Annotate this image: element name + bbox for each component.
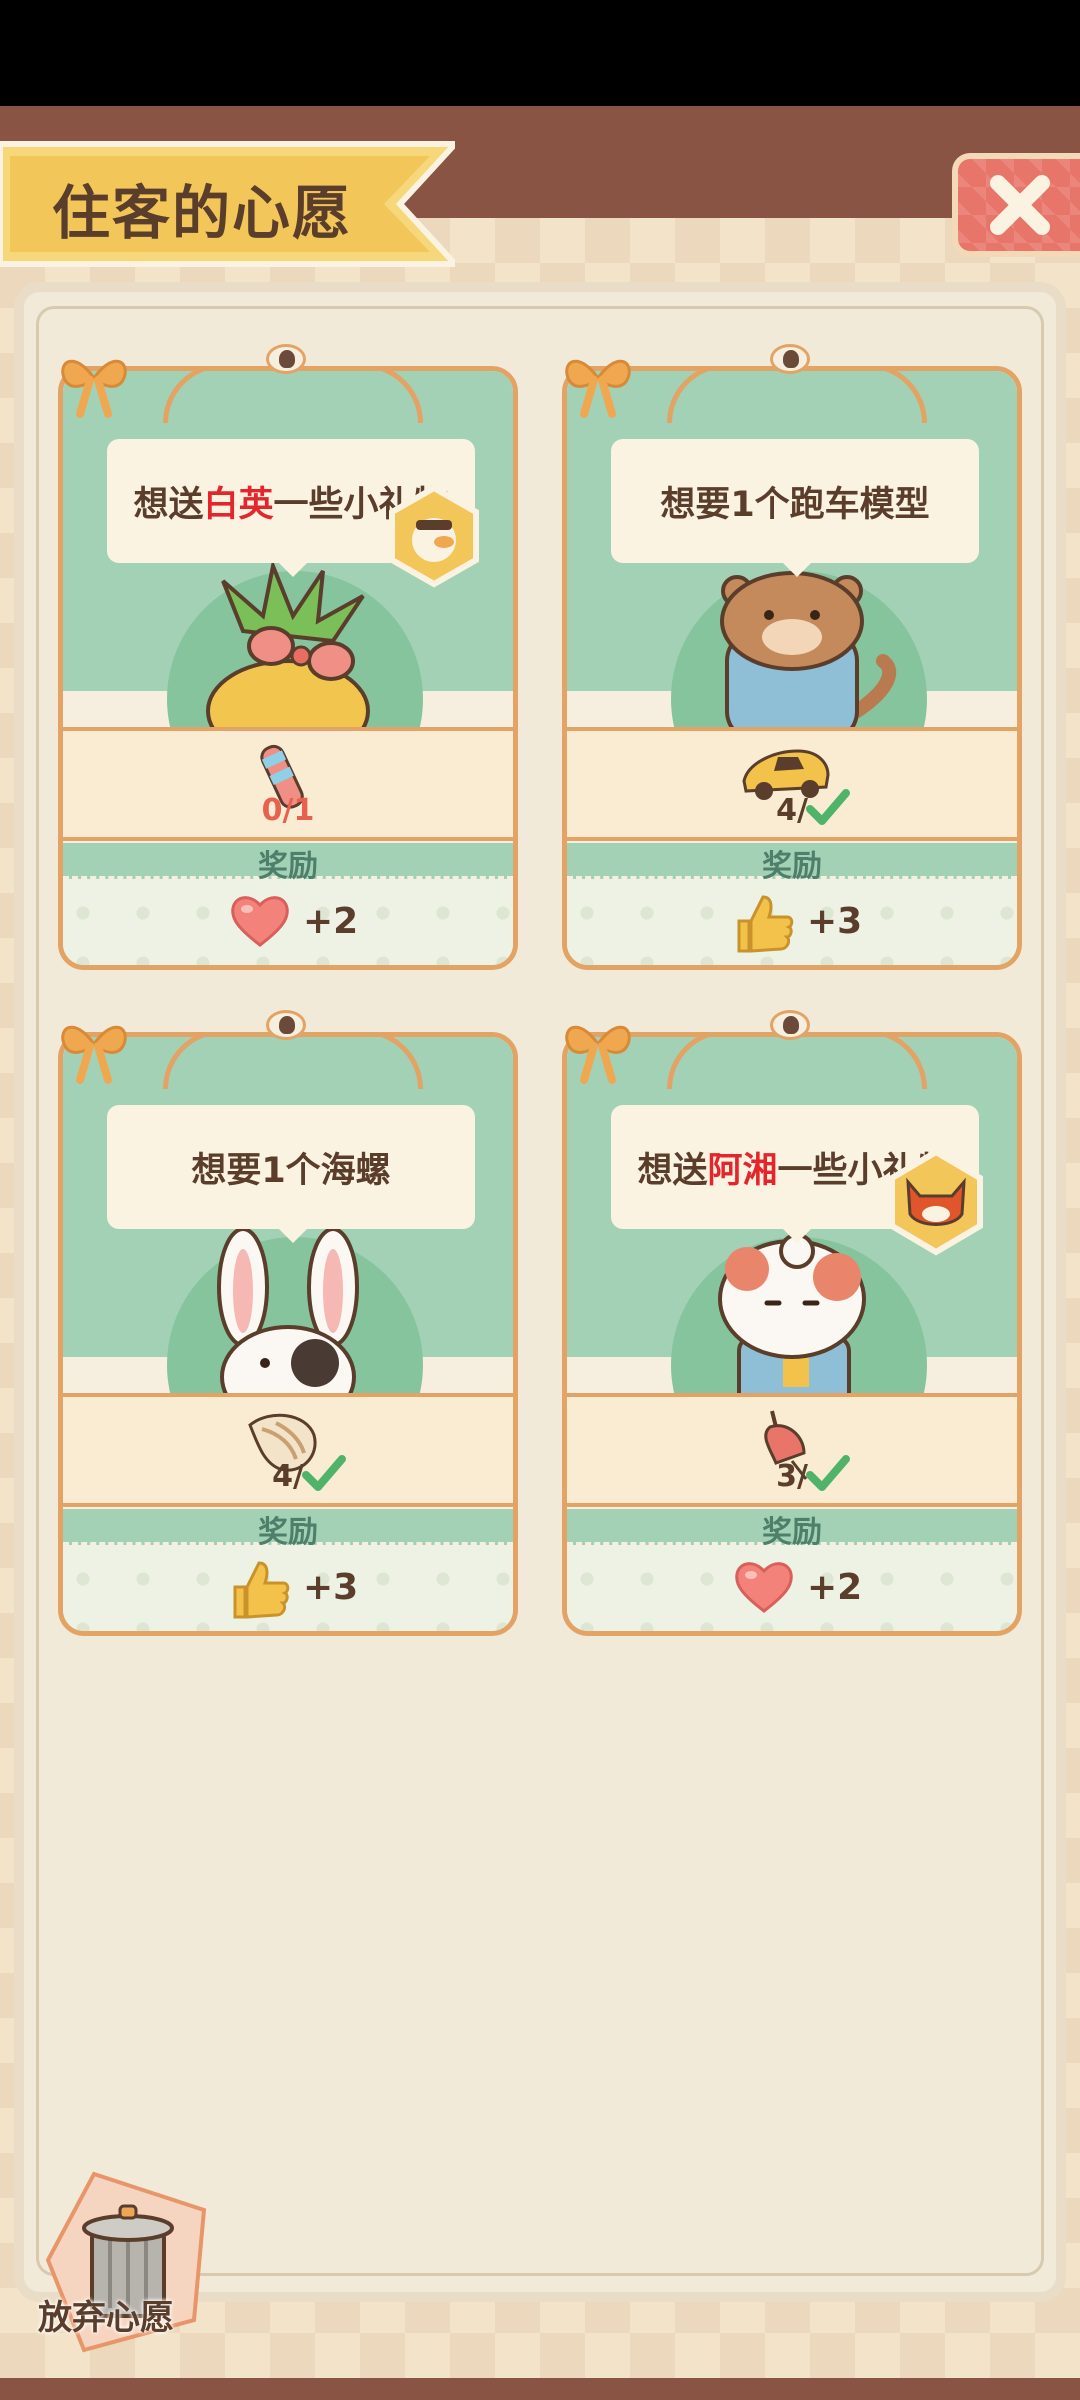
wish-card-frame: 4/ 奖励 +3 想要1个跑车模型 (562, 366, 1022, 970)
wish-item-band: 0/1 (63, 727, 513, 841)
reward-value: +3 (807, 901, 863, 942)
thumbs-up-icon (233, 1561, 290, 1619)
rabbit-guest-character (217, 1227, 359, 1397)
ribbon-bow-icon (565, 359, 631, 418)
reward-label: 奖励 (762, 1515, 822, 1550)
reward-label: 奖励 (762, 849, 822, 884)
card-pin (266, 1010, 306, 1040)
wish-card-frame: 3/ 奖励 +2 想送阿湘一些小礼物 (562, 1032, 1022, 1636)
card-arch (163, 371, 423, 423)
thumbs-up-icon (737, 895, 794, 953)
pineapple-guest-character (206, 561, 370, 731)
wish-card[interactable]: 4/ 奖励 +3 想要1个海螺 (58, 1002, 518, 1636)
reward-label: 奖励 (258, 849, 318, 884)
ribbon-bow-icon (565, 1025, 631, 1084)
wish-item-band: 3/ (567, 1393, 1017, 1507)
reward-value: +3 (303, 1567, 359, 1608)
duck-portrait-icon (389, 484, 479, 588)
page-title: 住客的心愿 (52, 179, 353, 247)
ribbon-bow-icon (61, 359, 127, 418)
wish-bubble: 想要1个海螺 (107, 1105, 475, 1243)
wish-highlight-name: 白英 (203, 484, 274, 525)
wish-highlight-name: 阿湘 (707, 1150, 778, 1191)
wish-progress-count: 4/ (776, 793, 808, 828)
wish-text: 想要1个跑车模型 (660, 484, 930, 525)
reward-label: 奖励 (258, 1515, 318, 1550)
check-mark-icon (806, 789, 850, 825)
bottom-band (0, 2378, 1080, 2400)
reward-value: +2 (303, 901, 359, 942)
reward-value: +2 (807, 1567, 863, 1608)
wish-progress-count: 0/1 (261, 793, 315, 828)
wish-item-band: 4/ (567, 727, 1017, 841)
wish-card[interactable]: 4/ 奖励 +3 想要1个跑车模型 (562, 336, 1022, 970)
wish-card[interactable]: 3/ 奖励 +2 想送阿湘一些小礼物 (562, 1002, 1022, 1636)
fox-portrait-icon (889, 1148, 983, 1256)
heart-icon (231, 896, 289, 947)
discard-wish-label[interactable]: 放弃心愿 (38, 2290, 174, 2339)
cat-guest-character (718, 1233, 866, 1397)
card-arch (163, 1037, 423, 1089)
card-pin (770, 1010, 810, 1040)
card-pin (266, 344, 306, 374)
wish-progress-count: 3/ (776, 1459, 808, 1494)
wish-text: 想要1个海螺 (191, 1150, 391, 1191)
check-mark-icon (806, 1455, 850, 1491)
hamster-guest-character (720, 571, 897, 731)
check-mark-icon (302, 1455, 346, 1491)
close-x-icon (990, 175, 1050, 235)
wish-progress-count: 4/ (272, 1459, 304, 1494)
status-bar (0, 0, 1080, 106)
wish-card[interactable]: 0/1 奖励 +2 想送白英一些小礼物 (58, 336, 518, 970)
card-arch (667, 371, 927, 423)
heart-icon (735, 1562, 793, 1613)
card-arch (667, 1037, 927, 1089)
wish-card-frame: 0/1 奖励 +2 想送白英一些小礼物 (58, 366, 518, 970)
wish-card-frame: 4/ 奖励 +3 想要1个海螺 (58, 1032, 518, 1636)
wish-item-band: 4/ (63, 1393, 513, 1507)
wish-bubble: 想要1个跑车模型 (611, 439, 979, 577)
ribbon-bow-icon (61, 1025, 127, 1084)
close-button[interactable] (952, 153, 1080, 257)
card-pin (770, 344, 810, 374)
